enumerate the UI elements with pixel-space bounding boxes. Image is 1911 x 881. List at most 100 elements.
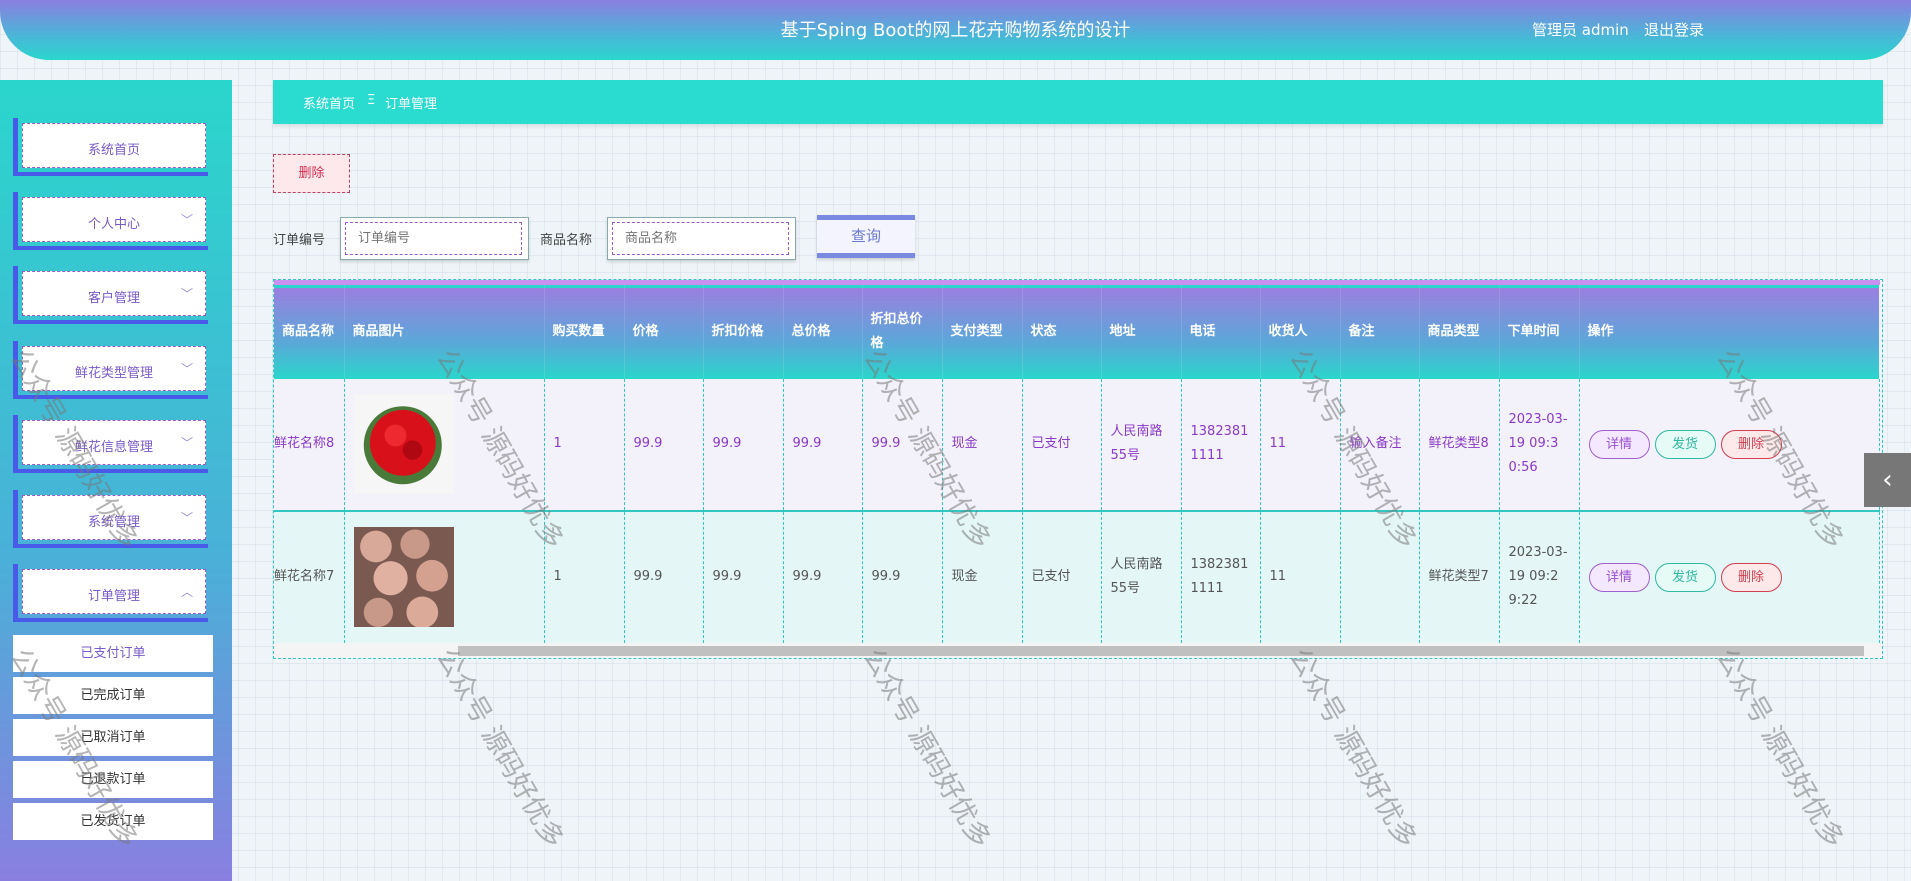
search-button[interactable]: 查询 [817, 215, 915, 258]
delete-button[interactable]: 删除 [1720, 562, 1782, 592]
cell-total: 99.9 [783, 378, 863, 511]
sidebar-item-orders[interactable]: 订单管理 ︿ [13, 564, 208, 622]
product-image-pink-roses [353, 527, 454, 627]
chevron-down-icon: ﹀ [180, 213, 193, 227]
breadcrumb-current: 订单管理 [385, 97, 438, 112]
column-header: 总价格 [783, 282, 863, 379]
current-user: 管理员 admin [1532, 21, 1629, 39]
cell-image [344, 378, 545, 511]
column-header: 支付类型 [942, 282, 1023, 379]
sidebar-item-profile[interactable]: 个人中心 ﹀ [13, 192, 208, 250]
cell-actions: 详情 发货 删除 [1579, 510, 1880, 643]
menu-label: 客户管理 [87, 291, 140, 306]
watermark: 公众号 源码好优多 [1710, 643, 1850, 854]
column-header: 状态 [1022, 282, 1102, 379]
watermark: 公众号 源码好优多 [857, 643, 997, 854]
cell-image [344, 510, 545, 643]
page: 基于Sping Boot的网上花卉购物系统的设计 管理员 admin 退出登录 … [0, 0, 1911, 881]
column-header: 操作 [1579, 282, 1880, 379]
column-header: 收货人 [1260, 282, 1341, 379]
cell-type: 鲜花类型8 [1419, 378, 1500, 511]
menu-label: 系统首页 [87, 143, 140, 158]
submenu-refunded-orders[interactable]: 已退款订单 [13, 761, 213, 798]
watermark: 公众号 源码好优多 [1283, 643, 1423, 854]
cell-price: 99.9 [624, 510, 704, 643]
cell-name: 鲜花名称8 [274, 378, 345, 511]
orders-table: 商品名称 商品图片 购买数量 价格 折扣价格 总价格 折扣总价格 支付类型 状态… [273, 279, 1883, 659]
cell-status: 已支付 [1022, 378, 1102, 511]
cell-phone: 13823811111 [1181, 378, 1261, 511]
menu-label: 系统管理 [87, 515, 140, 530]
column-header: 商品名称 [274, 282, 345, 379]
batch-delete-button[interactable]: 删除 [273, 154, 350, 193]
cell-total: 99.9 [783, 510, 863, 643]
sidebar-item-customers[interactable]: 客户管理 ﹀ [13, 266, 208, 324]
column-header: 价格 [624, 282, 704, 379]
cell-address: 人民南路55号 [1101, 378, 1182, 511]
product-image-red-roses [353, 394, 454, 494]
menu-label: 鲜花类型管理 [74, 366, 153, 381]
collapse-panel-button[interactable]: ‹ [1864, 453, 1911, 507]
menu-label: 鲜花信息管理 [74, 440, 153, 455]
sidebar-item-flower-types[interactable]: 鲜花类型管理 ﹀ [13, 341, 208, 399]
cell-name: 鲜花名称7 [274, 510, 345, 643]
cell-discount-price: 99.9 [703, 378, 784, 511]
chevron-up-icon: ︿ [180, 585, 193, 599]
chevron-down-icon: ﹀ [180, 511, 193, 525]
detail-button[interactable]: 详情 [1588, 562, 1650, 592]
cell-discount-total: 99.9 [862, 510, 943, 643]
submenu-shipped-orders[interactable]: 已发货订单 [13, 803, 213, 840]
sidebar-item-system[interactable]: 系统管理 ﹀ [13, 490, 208, 548]
watermark: 公众号 源码好优多 [430, 643, 570, 854]
product-name-input[interactable] [612, 222, 789, 255]
cell-price: 99.9 [624, 378, 704, 511]
breadcrumb-separator: Ξ [367, 93, 376, 108]
scrollbar-thumb[interactable] [458, 646, 1864, 656]
breadcrumb-home[interactable]: 系统首页 [303, 93, 355, 112]
cell-pay-type: 现金 [942, 378, 1023, 511]
sidebar-item-home[interactable]: 系统首页 [13, 118, 208, 176]
cell-remark [1340, 510, 1420, 643]
column-header: 购买数量 [544, 282, 625, 379]
table-row[interactable]: 鲜花名称8 1 99.9 99.9 99.9 99.9 现金 已支付 人民南路5… [274, 378, 1880, 511]
cell-qty: 1 [544, 510, 625, 643]
cell-type: 鲜花类型7 [1419, 510, 1500, 643]
ship-button[interactable]: 发货 [1654, 429, 1716, 459]
column-header: 商品类型 [1419, 282, 1500, 379]
cell-receiver: 11 [1260, 378, 1341, 511]
delete-button[interactable]: 删除 [1720, 429, 1782, 459]
cell-time: 2023-03-19 09:30:56 [1499, 378, 1580, 511]
chevron-down-icon: ﹀ [180, 287, 193, 301]
horizontal-scrollbar[interactable] [274, 643, 1882, 658]
order-number-label: 订单编号 [273, 233, 326, 248]
column-header: 备注 [1340, 282, 1420, 379]
cell-pay-type: 现金 [942, 510, 1023, 643]
cell-address: 人民南路55号 [1101, 510, 1182, 643]
order-number-field [340, 217, 529, 260]
column-header: 折扣价格 [703, 282, 784, 379]
sidebar-item-flower-info[interactable]: 鲜花信息管理 ﹀ [13, 415, 208, 473]
product-name-field [607, 217, 796, 260]
sidebar: 系统首页 个人中心 ﹀ 客户管理 ﹀ 鲜花类型管理 ﹀ 鲜花信息管理 ﹀ 系统管理 ﹀ 订… [0, 80, 232, 881]
cell-qty: 1 [544, 378, 625, 511]
submenu-paid-orders[interactable]: 已支付订单 [13, 635, 213, 672]
table-header-row: 商品名称 商品图片 购买数量 价格 折扣价格 总价格 折扣总价格 支付类型 状态… [274, 282, 1880, 379]
breadcrumb: 系统首页 Ξ 订单管理 [273, 80, 1883, 124]
column-header: 电话 [1181, 282, 1261, 379]
cell-time: 2023-03-19 09:29:22 [1499, 510, 1580, 643]
header: 基于Sping Boot的网上花卉购物系统的设计 管理员 admin 退出登录 [0, 0, 1911, 60]
order-number-input[interactable] [345, 222, 522, 255]
cell-actions: 详情 发货 删除 [1579, 378, 1880, 511]
submenu-completed-orders[interactable]: 已完成订单 [13, 677, 213, 714]
cell-discount-price: 99.9 [703, 510, 784, 643]
menu-label: 个人中心 [87, 217, 140, 232]
cell-discount-total: 99.9 [862, 378, 943, 511]
table-row[interactable]: 鲜花名称7 1 99.9 99.9 99.9 99.9 现金 已支付 人民南路5… [274, 510, 1880, 643]
ship-button[interactable]: 发货 [1654, 562, 1716, 592]
product-name-label: 商品名称 [540, 233, 593, 248]
cell-receiver: 11 [1260, 510, 1341, 643]
menu-label: 订单管理 [87, 589, 140, 604]
detail-button[interactable]: 详情 [1588, 429, 1650, 459]
logout-link[interactable]: 退出登录 [1644, 19, 1704, 40]
submenu-cancelled-orders[interactable]: 已取消订单 [13, 719, 213, 756]
